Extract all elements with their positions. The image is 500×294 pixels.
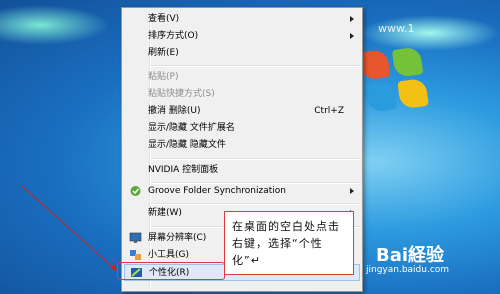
menu-item-label: 粘贴(P) [148,72,179,82]
submenu-arrow-icon [350,16,354,22]
menu-item-label: 显示/隐藏 文件扩展名 [148,123,235,133]
baidu-watermark-url: jingyan.baidu.com [366,265,450,275]
menu-item-paste-shortcut[interactable]: 粘贴快捷方式(S) [124,86,360,103]
menu-item-toggle-hidden[interactable]: 显示/隐藏 隐藏文件 [124,137,360,154]
menu-item-view[interactable]: 查看(V) [124,11,360,28]
menu-item-label: 屏幕分辨率(C) [148,233,207,243]
menu-item-refresh[interactable]: 刷新(E) [124,45,360,62]
menu-item-label: 新建(W) [148,208,182,218]
baidu-watermark: Bai経验 [376,245,445,266]
gadgets-icon [130,250,141,260]
submenu-arrow-icon [350,33,354,39]
submenu-arrow-icon [350,188,354,194]
menu-item-label: 排序方式(O) [148,31,199,41]
menu-item-label: 粘贴快捷方式(S) [148,89,215,99]
menu-item-sort[interactable]: 排序方式(O) [124,28,360,45]
monitor-icon [129,232,142,243]
menu-separator [151,158,360,160]
menu-item-label: 查看(V) [148,14,180,24]
menu-item-toggle-extensions[interactable]: 显示/隐藏 文件扩展名 [124,120,360,137]
menu-separator [151,65,360,67]
instruction-callout: 在桌面的空白处点击右键，选择“个性化”↵ [224,211,354,275]
menu-item-groove[interactable]: Groove Folder Synchronization [124,183,360,200]
menu-item-label: 刷新(E) [148,48,179,58]
highlight-box [117,262,225,280]
menu-item-label: Groove Folder Synchronization [148,186,286,196]
menu-item-label: 显示/隐藏 隐藏文件 [148,140,226,150]
menu-item-label: 撤消 删除(U) [148,106,201,116]
menu-item-label: NVIDIA 控制面板 [148,165,219,175]
groove-icon [130,186,141,196]
menu-item-shortcut: Ctrl+Z [314,106,344,116]
menu-item-paste[interactable]: 粘贴(P) [124,69,360,86]
menu-item-undo-delete[interactable]: 撤消 删除(U) Ctrl+Z [124,103,360,120]
menu-item-nvidia[interactable]: NVIDIA 控制面板 [124,162,360,179]
